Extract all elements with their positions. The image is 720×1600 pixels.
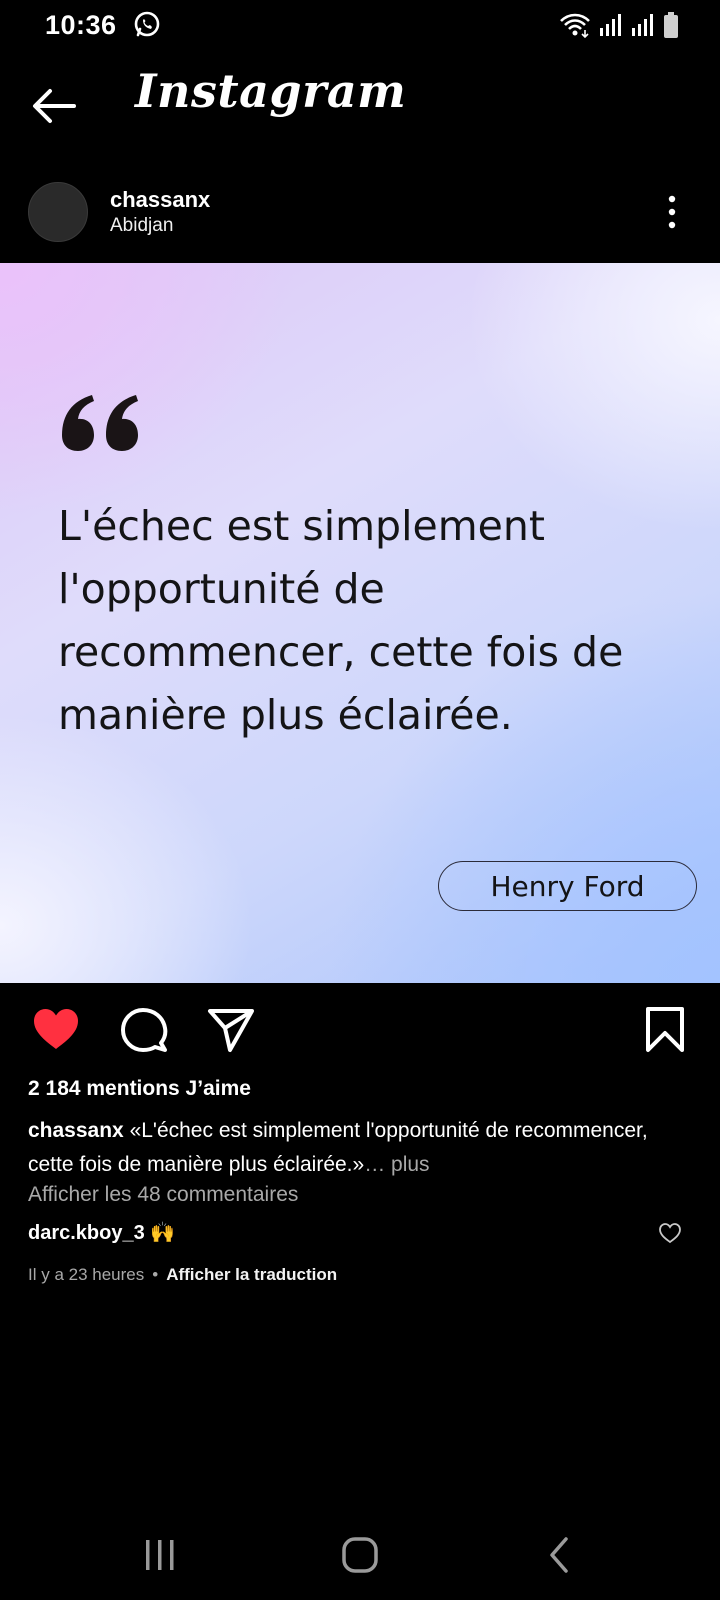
post-image[interactable]: L'échec est simplement l'opportunité de …: [0, 263, 720, 983]
app-title: Instagram: [135, 64, 407, 118]
translate-link[interactable]: Afficher la traduction: [166, 1265, 337, 1284]
whatsapp-icon: [134, 11, 160, 37]
heart-icon[interactable]: [31, 1005, 81, 1055]
share-icon[interactable]: [206, 1005, 256, 1055]
caption-username[interactable]: chassanx: [28, 1119, 124, 1142]
separator-dot: •: [152, 1265, 159, 1284]
comment: darc.kboy_3 🙌: [28, 1220, 175, 1245]
home-icon[interactable]: [335, 1530, 385, 1580]
recent-apps-icon[interactable]: [135, 1530, 185, 1580]
back-arrow-icon[interactable]: [30, 86, 80, 126]
comment-like-icon[interactable]: [658, 1222, 682, 1244]
app-header: Instagram: [0, 58, 720, 148]
view-comments-link[interactable]: Afficher les 48 commentaires: [28, 1183, 298, 1207]
post-username[interactable]: chassanx: [110, 187, 210, 213]
system-nav-bar: [0, 1520, 720, 1590]
signal-icon: [632, 14, 653, 36]
quote-mark-icon: [62, 395, 138, 451]
time-ago: Il y a 23 heures: [28, 1265, 145, 1284]
wifi-icon: [560, 13, 590, 38]
signal-icon: [600, 14, 621, 36]
bookmark-icon[interactable]: [640, 1005, 690, 1055]
action-bar: [0, 1000, 720, 1060]
caption-more-link[interactable]: … plus: [364, 1153, 429, 1176]
status-bar: 10:36: [0, 0, 720, 50]
avatar[interactable]: [28, 182, 88, 242]
quote-text: L'échec est simplement l'opportunité de …: [58, 502, 624, 739]
post-header: chassanx Abidjan: [0, 178, 720, 248]
more-icon[interactable]: [664, 194, 680, 230]
comment-icon[interactable]: [119, 1005, 169, 1055]
battery-icon: [664, 12, 678, 38]
post-location[interactable]: Abidjan: [110, 215, 173, 237]
post-meta: Il y a 23 heures • Afficher la traduction: [28, 1265, 337, 1285]
caption: chassanx «L'échec est simplement l'oppor…: [28, 1114, 688, 1182]
back-nav-icon[interactable]: [535, 1530, 585, 1580]
comment-text: 🙌: [150, 1222, 176, 1244]
comment-username[interactable]: darc.kboy_3: [28, 1222, 145, 1244]
author-badge: Henry Ford: [438, 861, 697, 911]
likes-count[interactable]: 2 184 mentions J’aime: [28, 1077, 251, 1101]
status-time: 10:36: [45, 10, 117, 40]
status-icons: [558, 10, 680, 40]
